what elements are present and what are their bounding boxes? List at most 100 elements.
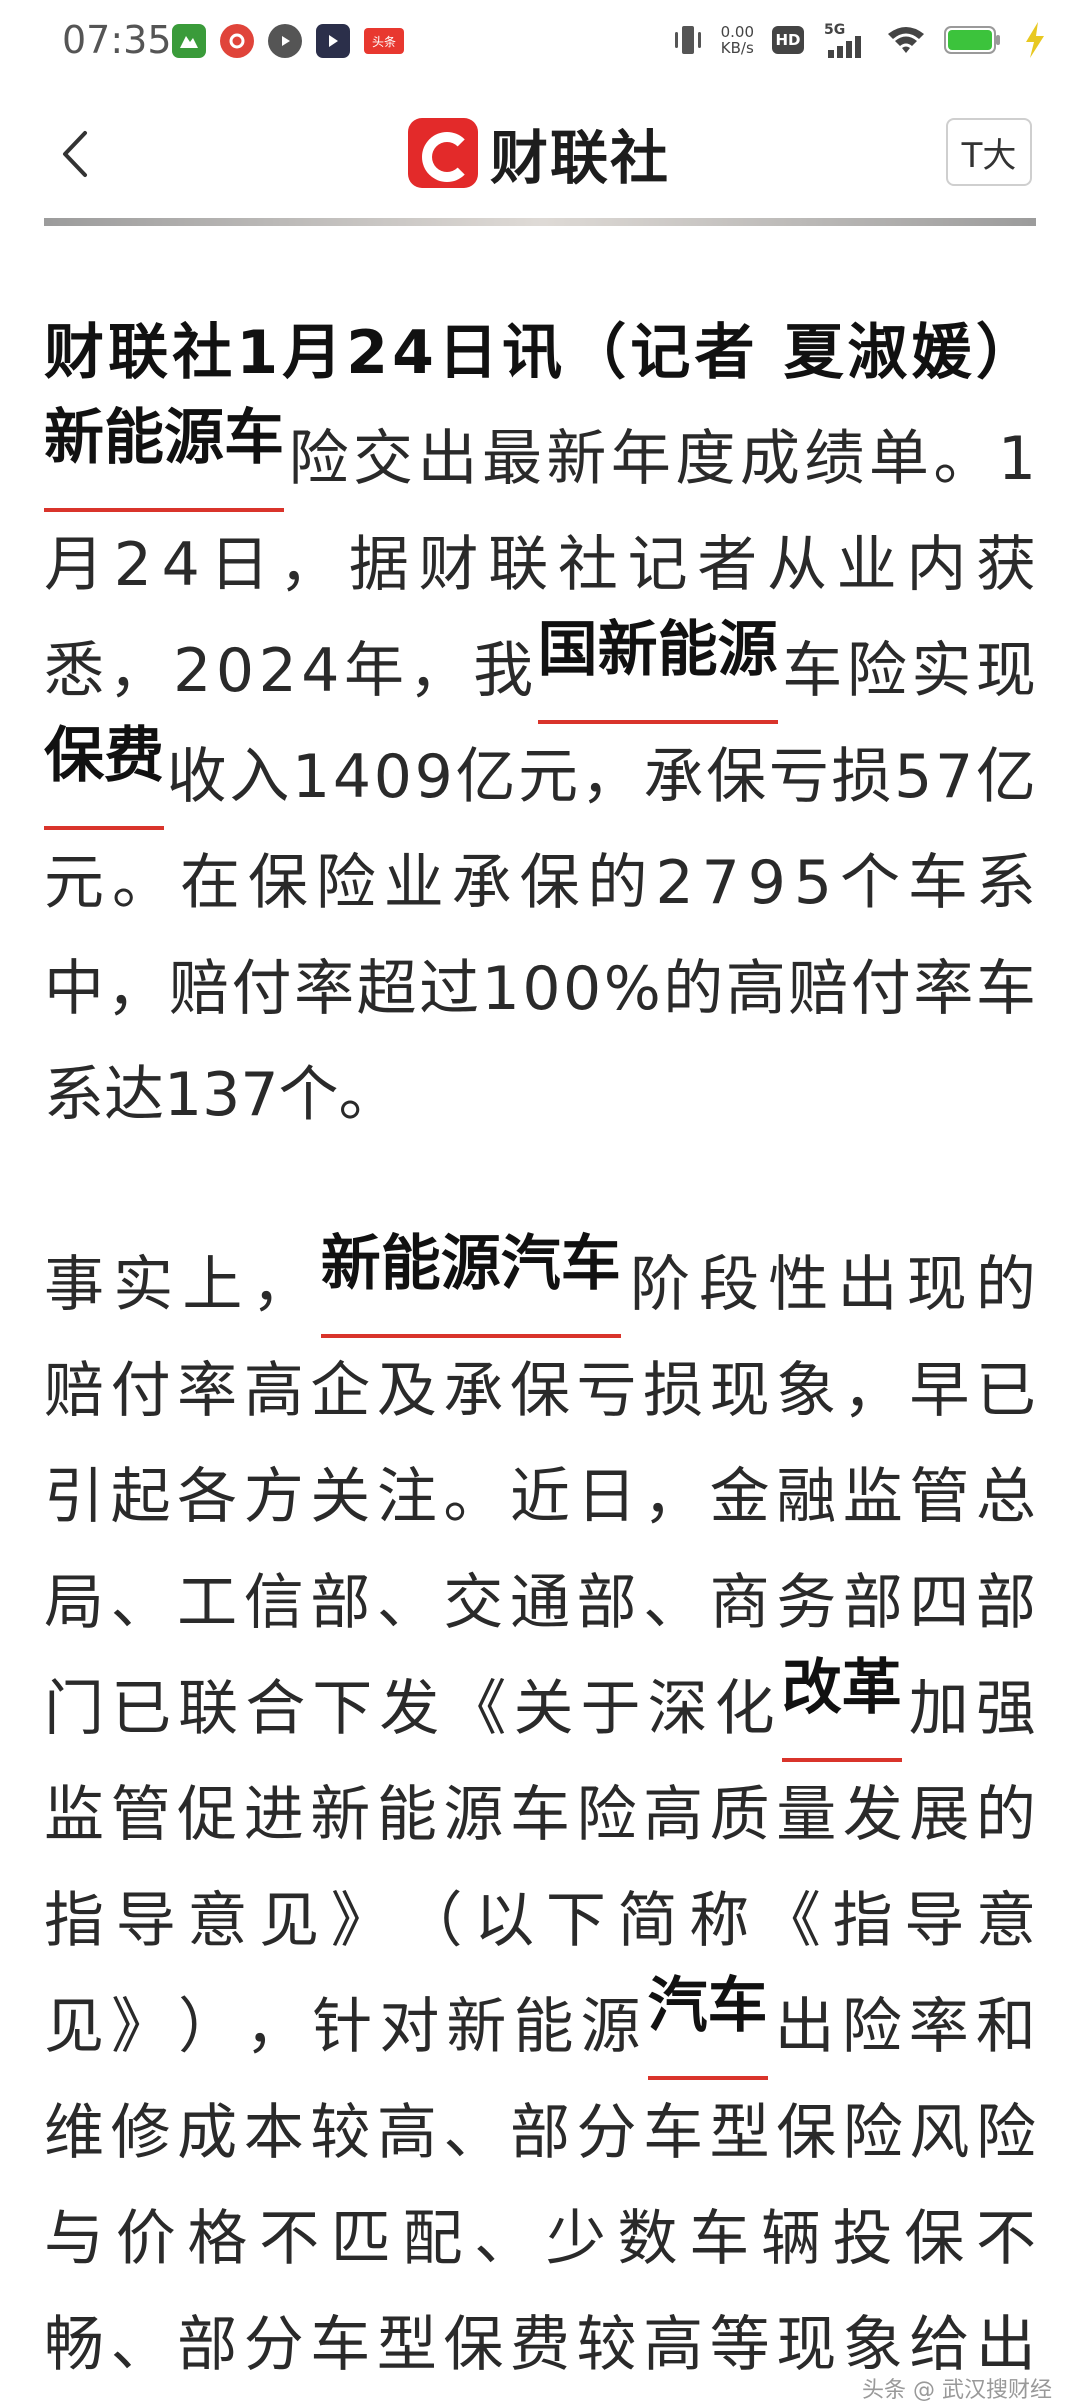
- article-char: 现: [906, 1250, 967, 1320]
- keyword-link[interactable]: 保费: [44, 724, 164, 830]
- article-char: 保: [509, 1356, 570, 1426]
- article-char: 赔: [44, 1356, 104, 1426]
- keyword-link[interactable]: 汽车: [647, 1974, 768, 2080]
- article-char: 格: [187, 2204, 248, 2274]
- article-char: 日: [576, 1462, 637, 1532]
- article-char: 元: [518, 742, 579, 812]
- article-char: 4: [301, 636, 340, 706]
- article-char: 高: [643, 1780, 704, 1850]
- system-icons: 0.00 KB/s HD 5G: [673, 20, 1050, 60]
- article-char: 工: [177, 1568, 238, 1638]
- article-char: 金: [709, 1462, 770, 1532]
- article-char: 分: [243, 2310, 304, 2380]
- article-char: 已: [975, 1356, 1036, 1426]
- article-char: 高: [376, 2098, 437, 2168]
- article-char: 过: [419, 954, 480, 1024]
- article-line: 与价格不匹配、少数车辆投保不: [44, 2186, 1036, 2292]
- article-lead-char: 媛: [911, 318, 972, 388]
- article-char: 9: [747, 848, 786, 918]
- article-char: 费: [509, 2310, 570, 2380]
- hd-icon: HD: [772, 26, 804, 54]
- app-bar: 财联社 T大: [0, 100, 1080, 220]
- article-char: 保: [776, 2098, 837, 2168]
- keyword-link[interactable]: 国新能源: [537, 618, 778, 724]
- article-char: 本: [243, 2098, 304, 2168]
- article-char: 维: [44, 2098, 104, 2168]
- article-lead-char: [759, 300, 780, 406]
- article-lead-char: 夏: [783, 318, 844, 388]
- article-line: 月 2 4 日，据财联社记者从业内获: [44, 512, 1036, 618]
- article-char: 的: [975, 1250, 1036, 1320]
- article-char: 成: [177, 2098, 238, 2168]
- article-char: 质: [709, 1780, 770, 1850]
- article-char: 亏: [576, 1356, 637, 1426]
- article-char: 成: [739, 424, 800, 494]
- keyword-link[interactable]: 新能源车: [44, 406, 284, 512]
- article-char: 部: [509, 2098, 570, 2168]
- chevron-left-icon: [63, 131, 87, 177]
- app-green-icon: [172, 24, 206, 58]
- article-char: 付: [110, 1356, 171, 1426]
- font-size-button[interactable]: T大: [946, 118, 1032, 186]
- article-char: 深: [647, 1674, 708, 1744]
- toutiao-label: 头条: [371, 34, 396, 49]
- article-char: （: [402, 1886, 463, 1956]
- hd-label: HD: [775, 31, 801, 49]
- article-char: 险: [846, 636, 907, 706]
- article-char: 、: [643, 1568, 704, 1638]
- article-char: %: [603, 954, 661, 1024]
- net-speed-unit: KB/s: [720, 39, 754, 57]
- article-char: ，: [580, 742, 641, 812]
- article-line: 系达137个。: [44, 1042, 1036, 1148]
- article-line: 元。在保险业承保的 2 7 9 5 个车系: [44, 830, 1036, 936]
- article-lead-char: 记: [630, 318, 691, 388]
- article-char: 简: [617, 1886, 678, 1956]
- article-line: 新能源车险交出最新年度成绩单。 1: [44, 406, 1036, 512]
- article-line: 指导意见》（以下简称《指导意: [44, 1868, 1036, 1974]
- article-char: 业: [383, 848, 444, 918]
- keyword-link[interactable]: 改革: [781, 1656, 902, 1762]
- vibrate-icon: [674, 26, 701, 54]
- article-char: 现: [975, 636, 1036, 706]
- article-char: 等: [709, 2310, 770, 2380]
- article-char: 险: [288, 424, 349, 494]
- article-char: 率: [177, 1356, 238, 1426]
- article-char: 新: [546, 424, 607, 494]
- article-char: 较: [576, 2310, 637, 2380]
- article-text: 系达137个。: [44, 1060, 399, 1130]
- article-char: 、: [474, 2204, 535, 2274]
- article-char: 加: [908, 1674, 969, 1744]
- article-lead-char: 2: [346, 318, 389, 388]
- article-lead-char: 淑: [847, 318, 908, 388]
- article-char: 匹: [330, 2204, 391, 2274]
- article-char: 出: [417, 424, 478, 494]
- article-char: 事: [44, 1250, 104, 1320]
- article-char: 部: [310, 1568, 371, 1638]
- article-lead-char: 者: [694, 318, 755, 388]
- article-line: 财联社 1 月 2 4 日讯（记者 夏淑媛）: [44, 300, 1036, 406]
- article-char: 管: [909, 1462, 970, 1532]
- article-char: 数: [617, 2204, 678, 2274]
- status-bar: 07:35 头条 0.00 KB/s HD 5G: [0, 0, 1080, 90]
- article-char: 1: [481, 954, 520, 1024]
- article-char: 。: [111, 848, 172, 918]
- article-char: 车: [975, 954, 1036, 1024]
- article-char: 阶: [629, 1250, 690, 1320]
- article-char: 损: [831, 742, 892, 812]
- article-line: 监管促进新能源车险高质量发展的: [44, 1762, 1036, 1868]
- article-char: 损: [643, 1356, 704, 1426]
- back-button[interactable]: [44, 124, 104, 184]
- article-lead-char: 月: [282, 318, 343, 388]
- article-char: 0: [215, 636, 255, 706]
- article-char: 早: [909, 1356, 970, 1426]
- article-char: 率: [294, 954, 355, 1024]
- article-char: 绩: [804, 424, 865, 494]
- article-char: 型: [376, 2310, 437, 2380]
- article-char: 保: [247, 848, 308, 918]
- article-char: 交: [352, 424, 413, 494]
- article-char: 、: [110, 1568, 171, 1638]
- keyword-link[interactable]: 新能源汽车: [320, 1232, 621, 1338]
- article-char: 风: [909, 2098, 970, 2168]
- article-char: 上: [182, 1250, 243, 1320]
